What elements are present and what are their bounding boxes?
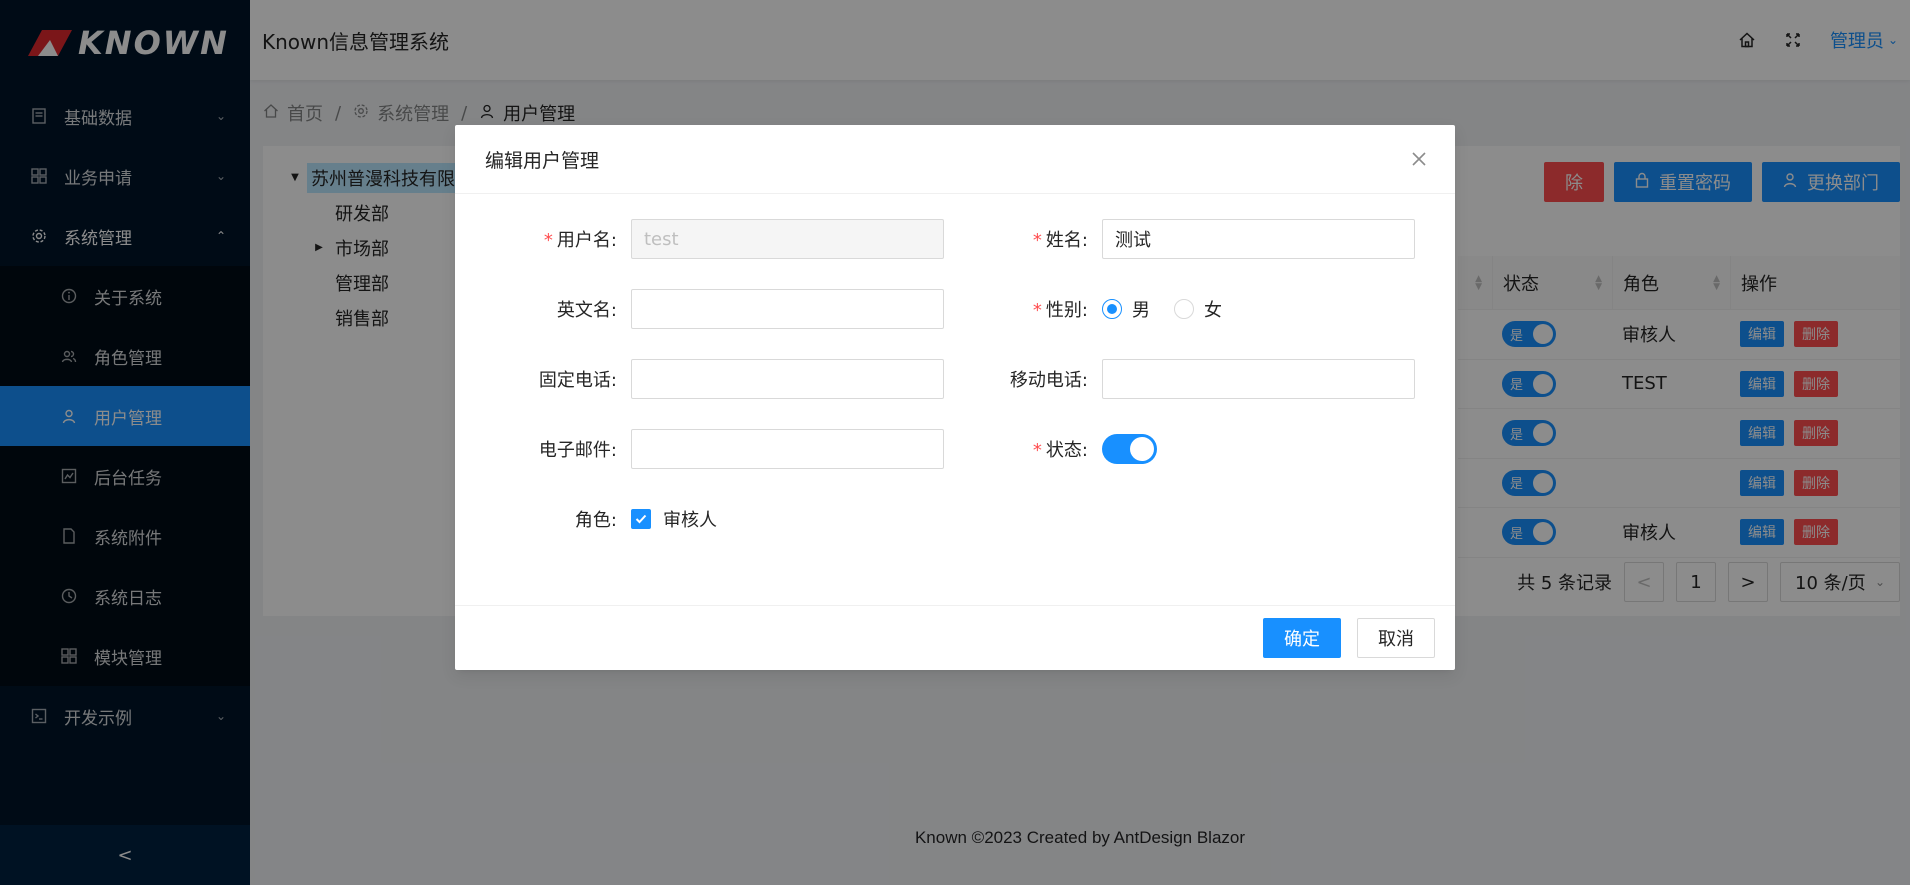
modal-title: 编辑用户管理: [485, 149, 600, 172]
english-name-row: 英文名:: [455, 289, 944, 329]
modal-header: 编辑用户管理: [455, 125, 1455, 194]
close-icon[interactable]: [1407, 147, 1431, 171]
status-switch[interactable]: [1102, 434, 1157, 464]
radio-dot: [1174, 299, 1194, 319]
status-row: * 状态:: [926, 429, 1157, 469]
role-reviewer-checkbox[interactable]: 审核人: [631, 506, 717, 532]
username-label: * 用户名:: [455, 226, 631, 252]
name-label: * 姓名:: [926, 226, 1102, 252]
gender-row: * 性别: 男 女: [926, 289, 1246, 329]
phone-input[interactable]: [631, 359, 944, 399]
name-row: * 姓名: 测试: [926, 219, 1415, 259]
mobile-input[interactable]: [1102, 359, 1415, 399]
phone-label: 固定电话:: [538, 370, 617, 391]
mobile-label: 移动电话:: [1009, 370, 1088, 391]
role-row: 角色: 审核人: [455, 499, 717, 539]
radio-label: 男: [1132, 300, 1150, 321]
check-icon: [631, 509, 651, 529]
status-label: * 状态:: [926, 436, 1102, 462]
username-input[interactable]: test: [631, 219, 944, 259]
english-name-input[interactable]: [631, 289, 944, 329]
mobile-row: 移动电话:: [926, 359, 1415, 399]
label-text: 用户名:: [556, 230, 617, 251]
gender-label: * 性别:: [926, 296, 1102, 322]
edit-user-modal: 编辑用户管理 * 用户名: test * 姓名: 测试 英文名: * 性别: 男 女 …: [455, 125, 1455, 670]
email-input[interactable]: [631, 429, 944, 469]
radio-dot: [1102, 299, 1122, 319]
required-mark: *: [1032, 230, 1042, 251]
required-mark: *: [543, 230, 553, 251]
username-row: * 用户名: test: [455, 219, 944, 259]
ok-button[interactable]: 确定: [1263, 618, 1341, 658]
name-input[interactable]: 测试: [1102, 219, 1415, 259]
radio-label: 女: [1204, 300, 1222, 321]
label-text: 姓名:: [1045, 230, 1088, 251]
label-text: 性别:: [1045, 300, 1088, 321]
phone-row: 固定电话:: [455, 359, 944, 399]
english-name-label: 英文名:: [556, 300, 617, 321]
required-mark: *: [1032, 300, 1042, 321]
modal-body: * 用户名: test * 姓名: 测试 英文名: * 性别: 男 女 固定电话: 移…: [455, 195, 1455, 600]
gender-female-radio[interactable]: 女: [1174, 296, 1222, 322]
email-label: 电子邮件:: [538, 440, 617, 461]
email-row: 电子邮件:: [455, 429, 944, 469]
modal-footer: 确定 取消: [455, 605, 1455, 670]
checkbox-label: 审核人: [663, 510, 717, 531]
role-label: 角色:: [574, 510, 617, 531]
label-text: 状态:: [1045, 440, 1088, 461]
gender-male-radio[interactable]: 男: [1102, 296, 1150, 322]
cancel-button[interactable]: 取消: [1357, 618, 1435, 658]
required-mark: *: [1032, 440, 1042, 461]
